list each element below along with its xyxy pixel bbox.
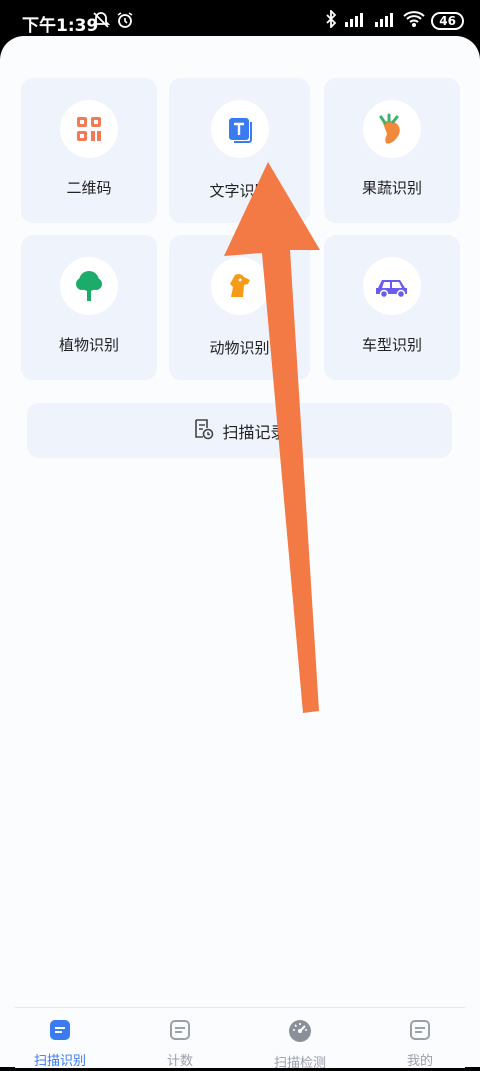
feature-label-qr: 二维码	[66, 179, 112, 197]
mute-bell-icon	[91, 11, 111, 33]
feature-card-fruit[interactable]: 果蔬识别	[324, 78, 460, 223]
tree-icon	[60, 257, 118, 315]
wifi-icon	[403, 10, 425, 32]
nav-tab-detect[interactable]: 扫描检测	[250, 1018, 350, 1071]
qr-code-icon	[60, 100, 118, 158]
feature-card-plant[interactable]: 植物识别	[21, 235, 157, 380]
feature-label-plant: 植物识别	[58, 336, 119, 354]
main-panel: 二维码 文字识别 果蔬识别 植物识别 动物识别 车型识别 扫描记录 扫描识别 计…	[0, 36, 480, 1071]
scan-record-label: 扫描记录	[222, 422, 287, 442]
scan-record-button[interactable]: 扫描记录	[27, 403, 452, 458]
count-tab-icon	[130, 1018, 230, 1046]
status-time: 下午1:39	[22, 16, 99, 36]
feature-label-animal: 动物识别	[209, 339, 270, 357]
bluetooth-icon	[325, 8, 337, 32]
feature-card-qr[interactable]: 二维码	[21, 78, 157, 223]
signal-hd-icon-2	[373, 10, 397, 32]
status-bar: 下午1:39 46	[0, 0, 480, 40]
nav-label-detect: 扫描检测	[273, 1056, 326, 1071]
document-clock-icon	[192, 418, 214, 444]
signal-hd-icon	[343, 10, 367, 32]
feature-label-fruit: 果蔬识别	[361, 179, 422, 197]
feature-card-car[interactable]: 车型识别	[324, 235, 460, 380]
feature-label-text: 文字识别	[209, 182, 270, 200]
feature-label-car: 车型识别	[361, 336, 422, 354]
carrot-icon	[363, 100, 421, 158]
nav-tab-mine[interactable]: 我的	[370, 1018, 470, 1069]
bottom-nav: 扫描识别 计数 扫描检测 我的	[15, 1007, 465, 1071]
dog-icon	[210, 257, 269, 315]
scan-tab-icon	[10, 1018, 110, 1046]
car-icon	[363, 257, 421, 315]
alarm-clock-icon	[116, 11, 134, 33]
gauge-tab-icon	[250, 1018, 350, 1048]
battery-indicator: 46	[431, 12, 464, 30]
feature-card-animal[interactable]: 动物识别	[169, 235, 310, 380]
feature-card-text[interactable]: 文字识别	[169, 78, 310, 223]
nav-tab-scan[interactable]: 扫描识别	[10, 1018, 110, 1069]
text-icon	[210, 100, 269, 158]
profile-tab-icon	[370, 1018, 470, 1046]
nav-tab-count[interactable]: 计数	[130, 1018, 230, 1069]
